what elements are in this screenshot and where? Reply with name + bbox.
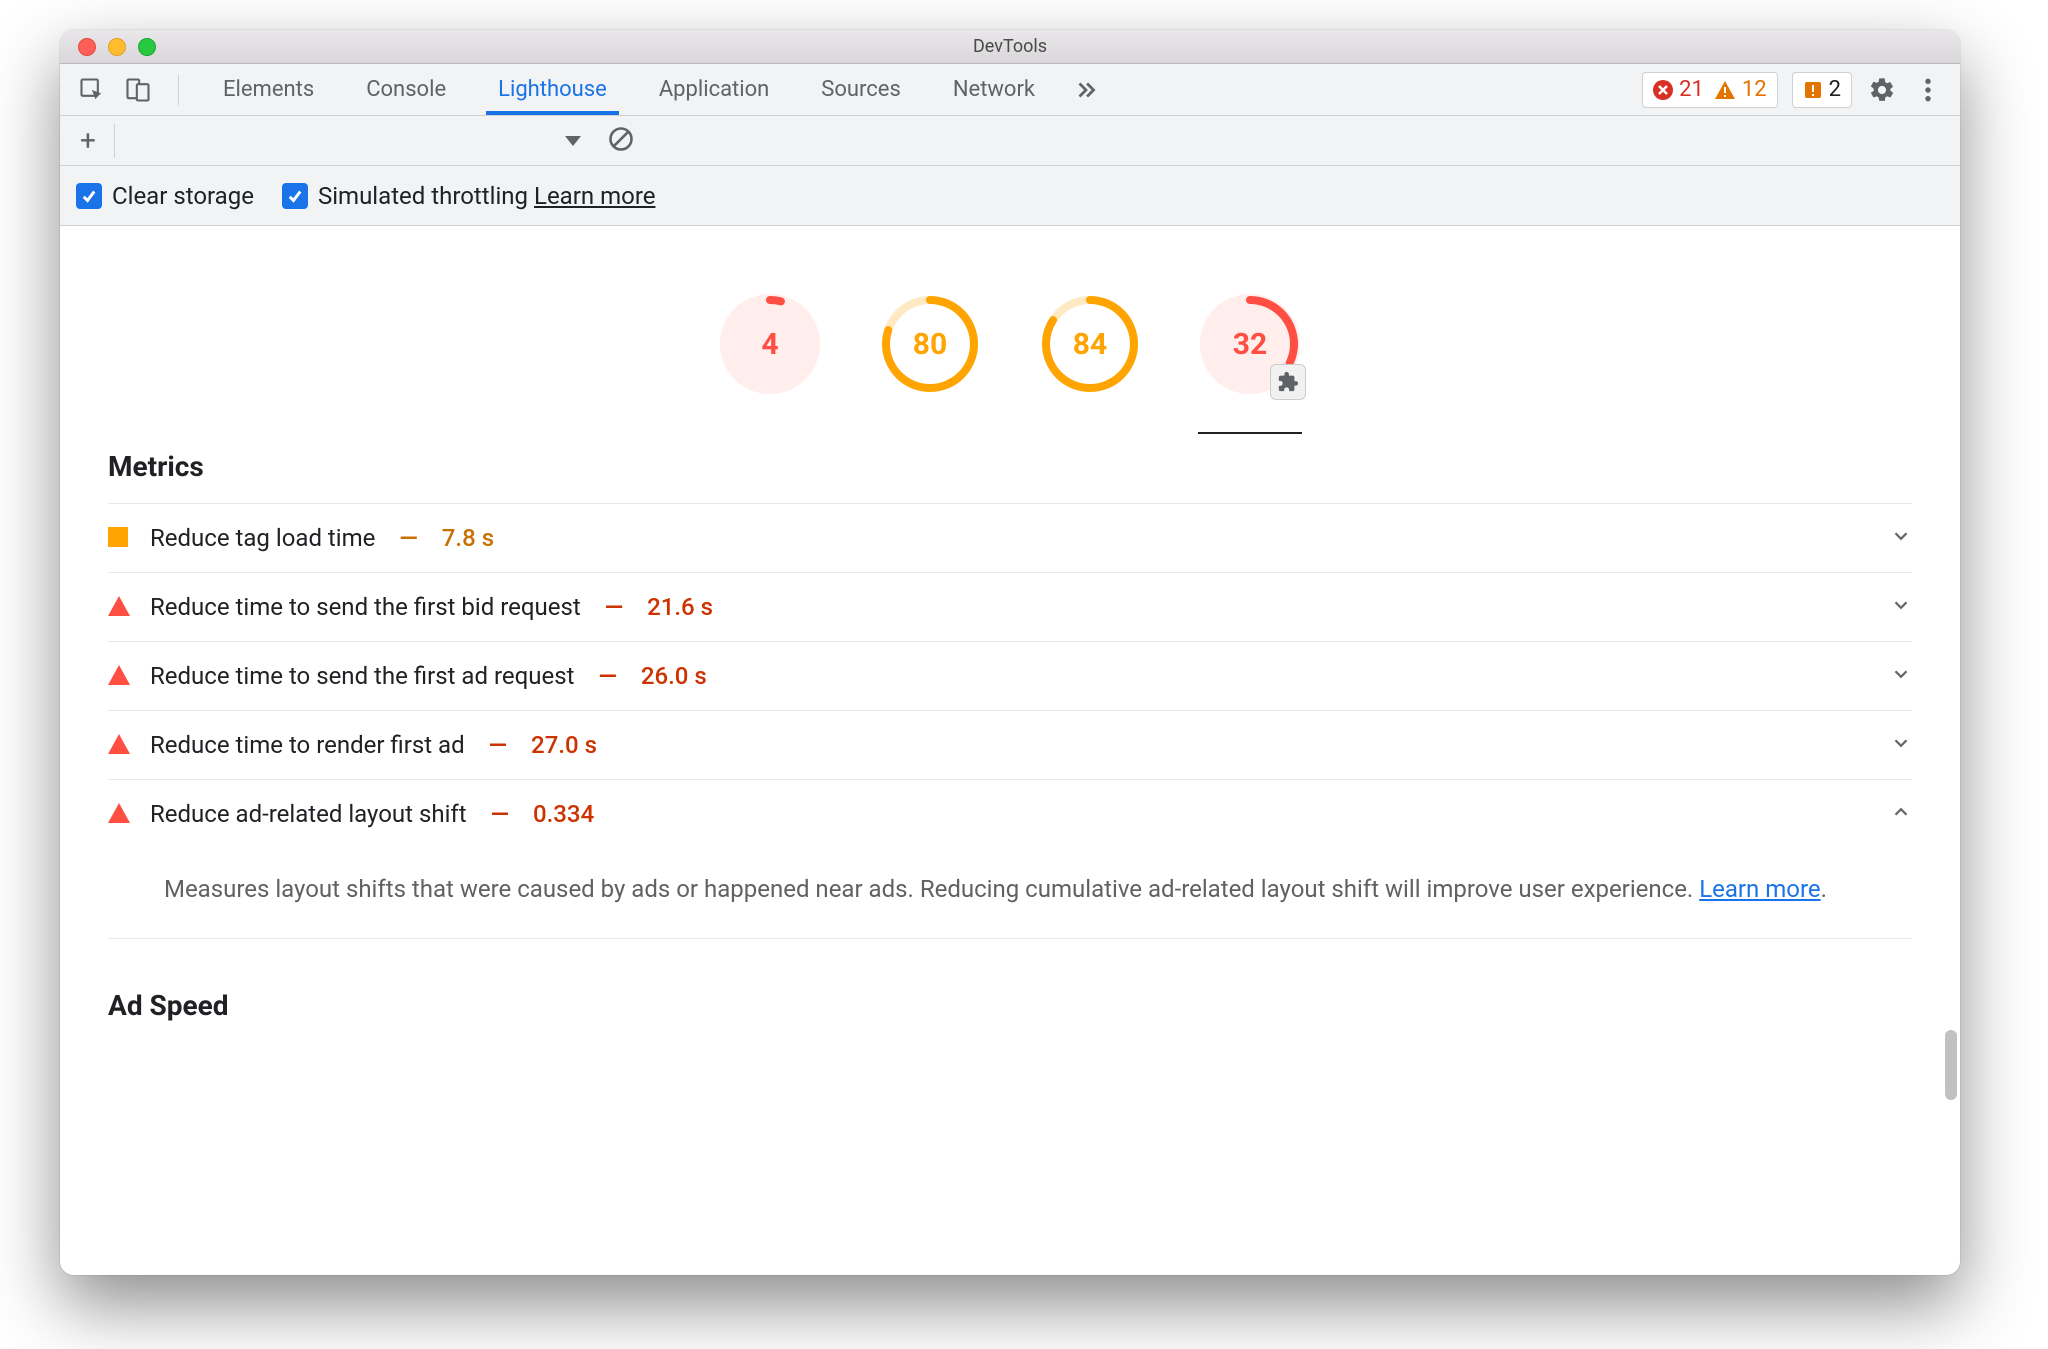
tab-network[interactable]: Network bbox=[927, 64, 1061, 115]
metric-row[interactable]: Reduce time to send the first ad request… bbox=[108, 641, 1912, 710]
metric-value: 7.8 s bbox=[442, 524, 494, 552]
metric-dash: — bbox=[605, 593, 623, 621]
tab-console[interactable]: Console bbox=[340, 64, 472, 115]
warning-count: 12 bbox=[1714, 77, 1767, 102]
score-gauge-2[interactable]: 84 bbox=[1040, 294, 1140, 394]
settings-icon[interactable] bbox=[1866, 74, 1898, 106]
more-options-icon[interactable] bbox=[1912, 74, 1944, 106]
tab-sources[interactable]: Sources bbox=[795, 64, 927, 115]
tabs-bar: ElementsConsoleLighthouseApplicationSour… bbox=[60, 64, 1960, 116]
error-count: 21 bbox=[1653, 77, 1704, 102]
tab-elements[interactable]: Elements bbox=[197, 64, 340, 115]
score-gauge-0[interactable]: 4 bbox=[720, 294, 820, 394]
triangle-icon bbox=[108, 596, 130, 616]
lighthouse-options-bar: Clear storage Simulated throttling Learn… bbox=[60, 166, 1960, 226]
tab-lighthouse[interactable]: Lighthouse bbox=[472, 64, 633, 115]
metric-row[interactable]: Reduce ad-related layout shift — 0.334 bbox=[108, 779, 1912, 848]
metric-status-icon bbox=[108, 596, 130, 618]
score-value: 80 bbox=[913, 327, 947, 362]
metric-dash: — bbox=[491, 800, 509, 828]
metric-row[interactable]: Reduce time to render first ad — 27.0 s bbox=[108, 710, 1912, 779]
metric-value: 26.0 s bbox=[641, 662, 707, 690]
square-icon bbox=[108, 527, 128, 547]
metric-label: Reduce ad-related layout shift bbox=[150, 800, 467, 828]
tab-application[interactable]: Application bbox=[633, 64, 795, 115]
score-gauge-3[interactable]: 32 bbox=[1200, 294, 1300, 394]
metric-label: Reduce time to render first ad bbox=[150, 731, 465, 759]
report-dropdown[interactable] bbox=[565, 136, 581, 146]
learn-more-link[interactable]: Learn more bbox=[1699, 875, 1820, 903]
error-warning-counts[interactable]: 21 12 bbox=[1642, 72, 1777, 108]
score-value: 32 bbox=[1233, 327, 1267, 362]
checkbox-checked-icon bbox=[282, 183, 308, 209]
metric-dash: — bbox=[399, 524, 417, 552]
score-value: 84 bbox=[1073, 327, 1107, 362]
window-title: DevTools bbox=[60, 36, 1960, 57]
separator bbox=[178, 75, 179, 105]
metric-value: 0.334 bbox=[533, 800, 594, 828]
triangle-icon bbox=[108, 665, 130, 685]
tabs-right: 21 12 2 bbox=[1642, 72, 1944, 108]
device-toolbar-icon[interactable] bbox=[122, 74, 154, 106]
new-report-button[interactable]: + bbox=[72, 124, 104, 157]
chevron-down-icon[interactable] bbox=[1890, 594, 1912, 620]
metric-status-icon bbox=[108, 803, 130, 825]
metrics-list: Reduce tag load time — 7.8 s Reduce time to… bbox=[60, 503, 1960, 939]
triangle-icon bbox=[108, 734, 130, 754]
warning-count-value: 12 bbox=[1742, 77, 1767, 102]
issues-count[interactable]: 2 bbox=[1792, 72, 1852, 108]
chevron-down-icon[interactable] bbox=[1890, 663, 1912, 689]
selected-indicator bbox=[1198, 432, 1302, 434]
metric-status-icon bbox=[108, 665, 130, 687]
metric-label: Reduce tag load time bbox=[150, 524, 375, 552]
tabs-left-tools bbox=[76, 74, 189, 106]
chevron-down-icon[interactable] bbox=[1890, 732, 1912, 758]
metric-status-icon bbox=[108, 527, 130, 549]
extension-icon bbox=[1270, 364, 1306, 400]
score-gauges: 4 80 84 32 bbox=[60, 226, 1960, 418]
clear-storage-label: Clear storage bbox=[112, 182, 254, 210]
checkbox-checked-icon bbox=[76, 183, 102, 209]
separator bbox=[114, 124, 115, 158]
score-gauge-1[interactable]: 80 bbox=[880, 294, 980, 394]
chevron-down-icon[interactable] bbox=[1890, 525, 1912, 551]
metrics-section-title: Metrics bbox=[60, 418, 1960, 503]
metric-description: Measures layout shifts that were caused … bbox=[108, 848, 1912, 939]
metric-status-icon bbox=[108, 734, 130, 756]
error-count-value: 21 bbox=[1679, 77, 1704, 102]
metric-row[interactable]: Reduce tag load time — 7.8 s bbox=[108, 503, 1912, 572]
issue-count-value: 2 bbox=[1829, 77, 1841, 102]
report-content: 4 80 84 32 Metrics Reduce tag load time — 7.8… bbox=[60, 226, 1960, 1275]
metric-row[interactable]: Reduce time to send the first bid reques… bbox=[108, 572, 1912, 641]
metric-dash: — bbox=[489, 731, 507, 759]
chevron-up-icon[interactable] bbox=[1890, 801, 1912, 827]
inspect-element-icon[interactable] bbox=[76, 74, 108, 106]
devtools-window: DevTools ElementsConsoleLighthouseApplic… bbox=[60, 30, 1960, 1275]
score-value: 4 bbox=[761, 327, 778, 362]
metric-label: Reduce time to send the first ad request bbox=[150, 662, 574, 690]
clear-button[interactable] bbox=[607, 125, 635, 157]
metric-label: Reduce time to send the first bid reques… bbox=[150, 593, 581, 621]
clear-storage-checkbox[interactable]: Clear storage bbox=[76, 182, 254, 210]
simulated-throttling-label: Simulated throttling bbox=[318, 182, 528, 210]
more-tabs-button[interactable] bbox=[1073, 77, 1099, 103]
metric-dash: — bbox=[598, 662, 616, 690]
issue-count: 2 bbox=[1803, 77, 1841, 102]
triangle-icon bbox=[108, 803, 130, 823]
titlebar: DevTools bbox=[60, 30, 1960, 64]
metric-value: 21.6 s bbox=[647, 593, 713, 621]
metric-value: 27.0 s bbox=[531, 731, 597, 759]
ad-speed-section-title: Ad Speed bbox=[60, 939, 1960, 1042]
learn-more-link[interactable]: Learn more bbox=[534, 182, 655, 210]
simulated-throttling-checkbox[interactable]: Simulated throttling Learn more bbox=[282, 182, 656, 210]
scrollbar-thumb[interactable] bbox=[1945, 1030, 1957, 1100]
panel-tabs: ElementsConsoleLighthouseApplicationSour… bbox=[197, 64, 1061, 115]
lighthouse-toolbar: + bbox=[60, 116, 1960, 166]
